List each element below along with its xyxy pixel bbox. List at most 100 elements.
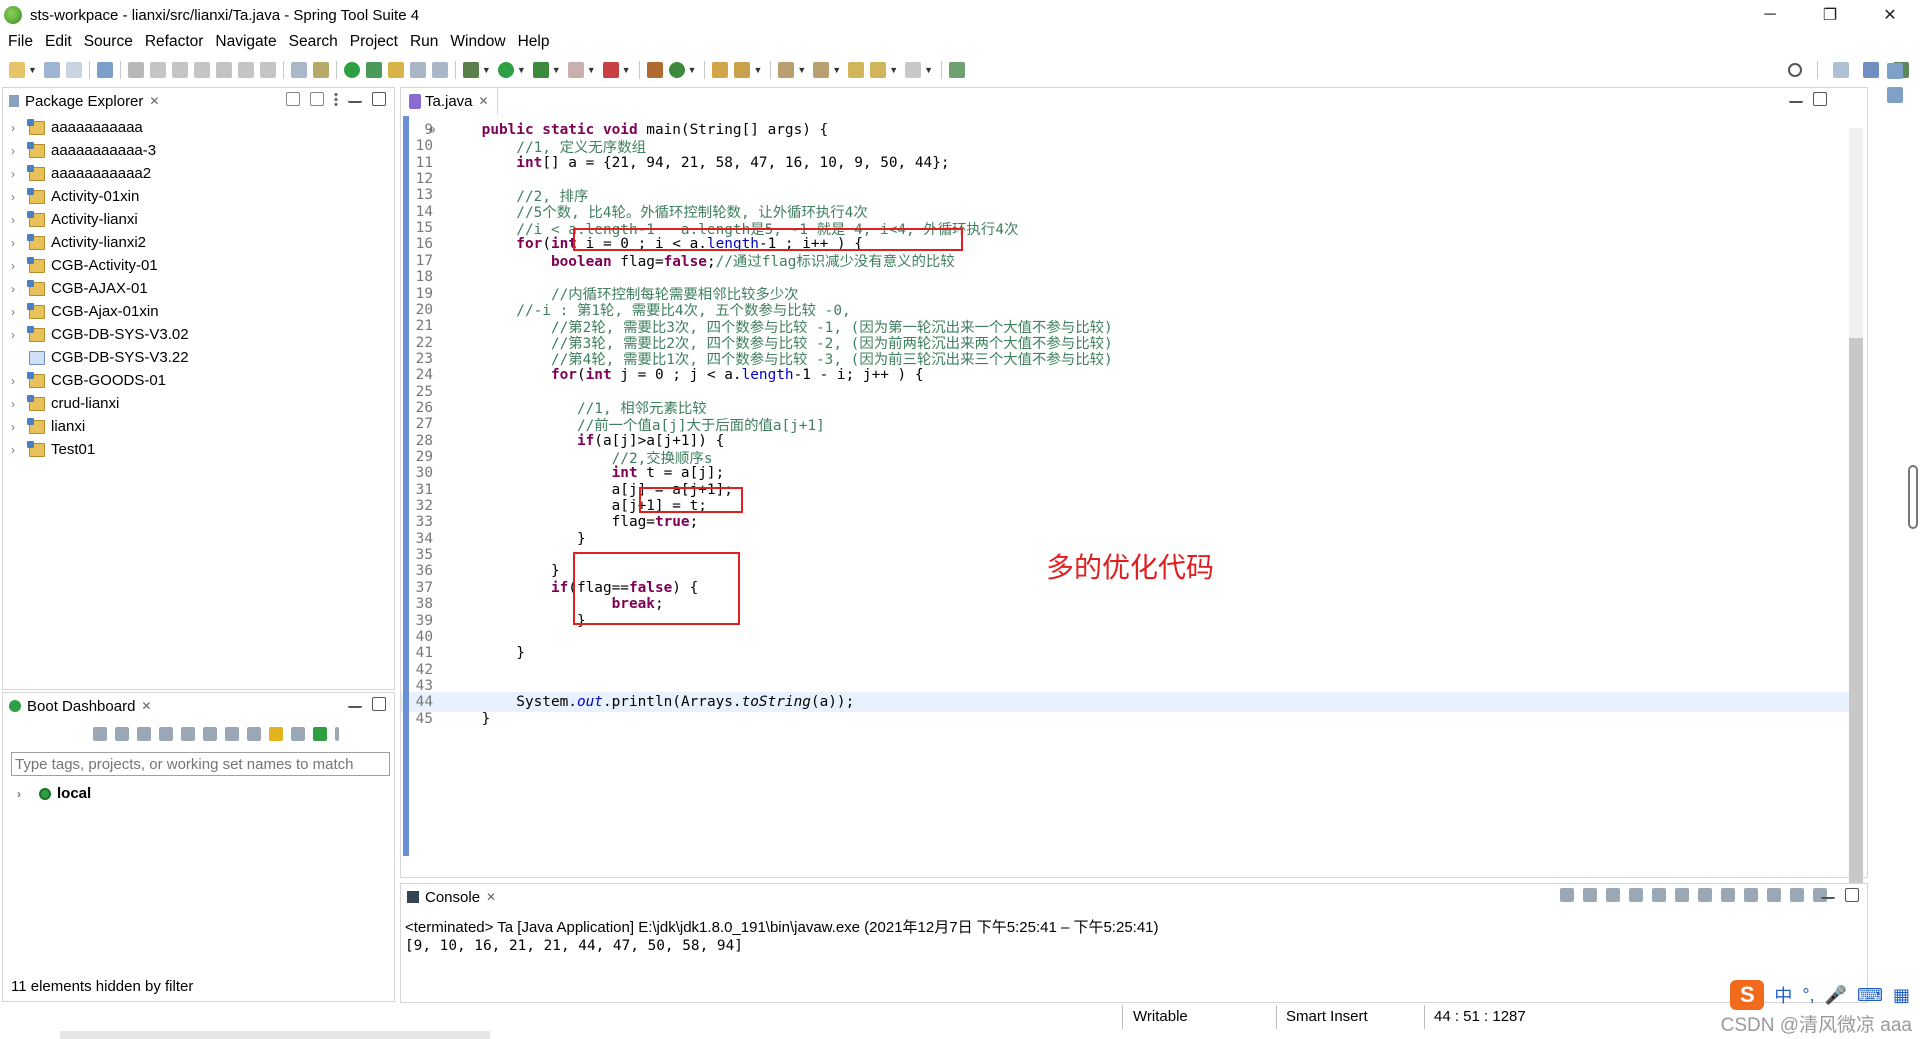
terminate-icon[interactable] bbox=[193, 62, 210, 78]
resume-icon[interactable] bbox=[149, 62, 166, 78]
ime-language[interactable]: 中 bbox=[1774, 982, 1792, 1008]
view-menu-icon[interactable] bbox=[335, 727, 339, 741]
tree-item[interactable]: › crud-lianxi bbox=[3, 392, 189, 415]
remove-all-icon[interactable] bbox=[1606, 888, 1620, 902]
tree-item[interactable]: › CGB-AJAX-01 bbox=[3, 277, 189, 300]
show-stderr-icon[interactable] bbox=[1721, 888, 1735, 902]
chevron-right-icon[interactable]: › bbox=[11, 397, 23, 411]
close-icon[interactable]: ✕ bbox=[479, 94, 489, 108]
prev-annotation-dropdown-icon[interactable]: ▼ bbox=[832, 65, 841, 75]
tree-item[interactable]: CGB-DB-SYS-V3.22 bbox=[3, 346, 189, 369]
boot-dashboard-tab[interactable]: Boot Dashboard ✕ bbox=[3, 693, 394, 719]
tree-item[interactable]: › aaaaaaaaaaa-3 bbox=[3, 139, 189, 162]
close-icon[interactable]: ✕ bbox=[149, 94, 159, 108]
new-class-dropdown-icon[interactable]: ▼ bbox=[688, 65, 697, 75]
chevron-right-icon[interactable]: › bbox=[11, 144, 23, 158]
tree-item[interactable]: › CGB-Ajax-01xin bbox=[3, 300, 189, 323]
external-tools-dropdown-icon[interactable]: ▼ bbox=[622, 65, 631, 75]
new-dropdown-icon[interactable]: ▼ bbox=[28, 65, 37, 75]
chevron-right-icon[interactable]: › bbox=[11, 167, 23, 181]
minimize-view-icon[interactable] bbox=[1789, 95, 1803, 103]
debug-icon[interactable] bbox=[462, 62, 479, 78]
chevron-right-icon[interactable]: › bbox=[11, 305, 23, 319]
minimize-button[interactable]: ─ bbox=[1740, 0, 1800, 30]
remove-launch-icon[interactable] bbox=[1583, 888, 1597, 902]
scroll-lock-icon[interactable] bbox=[1652, 888, 1666, 902]
run-icon[interactable] bbox=[497, 62, 514, 78]
menu-refactor[interactable]: Refactor bbox=[139, 33, 210, 51]
maximize-view-icon[interactable] bbox=[1813, 92, 1827, 106]
toggle-mark-icon[interactable] bbox=[312, 62, 329, 78]
stop-icon[interactable] bbox=[567, 62, 584, 78]
expose-icon[interactable] bbox=[291, 727, 305, 741]
sogou-logo-icon[interactable]: S bbox=[1730, 980, 1765, 1010]
fold-toggle-icon[interactable]: ⊖ bbox=[429, 125, 435, 136]
chevron-right-icon[interactable]: › bbox=[11, 374, 23, 388]
tree-item[interactable]: › CGB-Activity-01 bbox=[3, 254, 189, 277]
search-dropdown-icon[interactable]: ▼ bbox=[753, 65, 762, 75]
menu-help[interactable]: Help bbox=[512, 33, 556, 51]
minimize-view-icon[interactable] bbox=[1821, 891, 1835, 899]
maximize-view-icon[interactable] bbox=[372, 697, 386, 711]
back-dropdown-icon[interactable]: ▼ bbox=[889, 65, 898, 75]
save-icon[interactable] bbox=[43, 62, 60, 78]
boot-icon[interactable] bbox=[343, 62, 360, 78]
lightbulb-icon[interactable] bbox=[269, 727, 283, 741]
link-with-editor-icon[interactable] bbox=[310, 92, 324, 106]
forward-dropdown-icon[interactable]: ▼ bbox=[924, 65, 933, 75]
terminal-icon[interactable] bbox=[96, 62, 113, 78]
microphone-icon[interactable]: 🎤 bbox=[1825, 985, 1847, 1006]
terminate-icon[interactable] bbox=[1560, 888, 1574, 902]
filter-input[interactable] bbox=[11, 752, 390, 776]
back-icon[interactable] bbox=[870, 62, 887, 78]
chevron-right-icon[interactable]: › bbox=[11, 259, 23, 273]
chevron-right-icon[interactable]: › bbox=[11, 443, 23, 457]
save-all-icon[interactable] bbox=[65, 62, 82, 78]
menu-run[interactable]: Run bbox=[404, 33, 444, 51]
chevron-right-icon[interactable]: › bbox=[11, 282, 23, 296]
coverage-icon[interactable] bbox=[532, 62, 549, 78]
restart-icon[interactable] bbox=[93, 727, 107, 741]
minimize-view-icon[interactable] bbox=[348, 95, 362, 103]
ime-punctuation-icon[interactable]: °, bbox=[1802, 985, 1814, 1006]
open-type-icon[interactable] bbox=[712, 62, 729, 78]
menu-search[interactable]: Search bbox=[283, 33, 344, 51]
outline-icon[interactable] bbox=[1887, 63, 1903, 79]
run-dropdown-icon[interactable]: ▼ bbox=[517, 65, 526, 75]
properties-icon[interactable] bbox=[247, 727, 261, 741]
chevron-right-icon[interactable]: › bbox=[11, 420, 23, 434]
new-java-project-icon[interactable] bbox=[646, 62, 663, 78]
add-icon[interactable] bbox=[313, 727, 327, 741]
new-icon[interactable] bbox=[9, 62, 25, 78]
collapse-all-icon[interactable] bbox=[286, 92, 300, 106]
stop-icon[interactable] bbox=[137, 727, 151, 741]
pin-icon[interactable] bbox=[365, 62, 382, 78]
menu-project[interactable]: Project bbox=[344, 33, 404, 51]
grid-icon[interactable]: ▦ bbox=[1893, 985, 1910, 1006]
block-selection-icon[interactable] bbox=[409, 62, 426, 78]
menu-navigate[interactable]: Navigate bbox=[209, 33, 282, 51]
step-into-icon[interactable] bbox=[215, 62, 232, 78]
chevron-right-icon[interactable]: › bbox=[17, 787, 29, 801]
view-menu-icon[interactable] bbox=[334, 92, 338, 106]
chevron-right-icon[interactable]: › bbox=[11, 190, 23, 204]
next-annotation-dropdown-icon[interactable]: ▼ bbox=[797, 65, 806, 75]
tree-item[interactable]: › CGB-GOODS-01 bbox=[3, 369, 189, 392]
step-over-icon[interactable] bbox=[237, 62, 254, 78]
maximize-view-icon[interactable] bbox=[372, 92, 386, 106]
local-target[interactable]: › local bbox=[17, 785, 91, 802]
keyboard-icon[interactable]: ⌨ bbox=[1857, 985, 1883, 1006]
maximize-view-icon[interactable] bbox=[1845, 888, 1859, 902]
display-console-icon[interactable] bbox=[1767, 888, 1781, 902]
clear-console-icon[interactable] bbox=[1629, 888, 1643, 902]
last-edit-icon[interactable] bbox=[848, 62, 865, 78]
show-whitespace-icon[interactable] bbox=[431, 62, 448, 78]
close-icon[interactable]: ✕ bbox=[486, 890, 496, 904]
search-tool-icon[interactable] bbox=[734, 62, 751, 78]
minimize-view-icon[interactable] bbox=[348, 700, 362, 708]
skip-breakpoints-icon[interactable] bbox=[127, 62, 144, 78]
tree-item[interactable]: › aaaaaaaaaaa bbox=[3, 116, 189, 139]
show-stdout-icon[interactable] bbox=[1698, 888, 1712, 902]
menu-window[interactable]: Window bbox=[444, 33, 511, 51]
pin-editor-icon[interactable] bbox=[949, 62, 966, 78]
